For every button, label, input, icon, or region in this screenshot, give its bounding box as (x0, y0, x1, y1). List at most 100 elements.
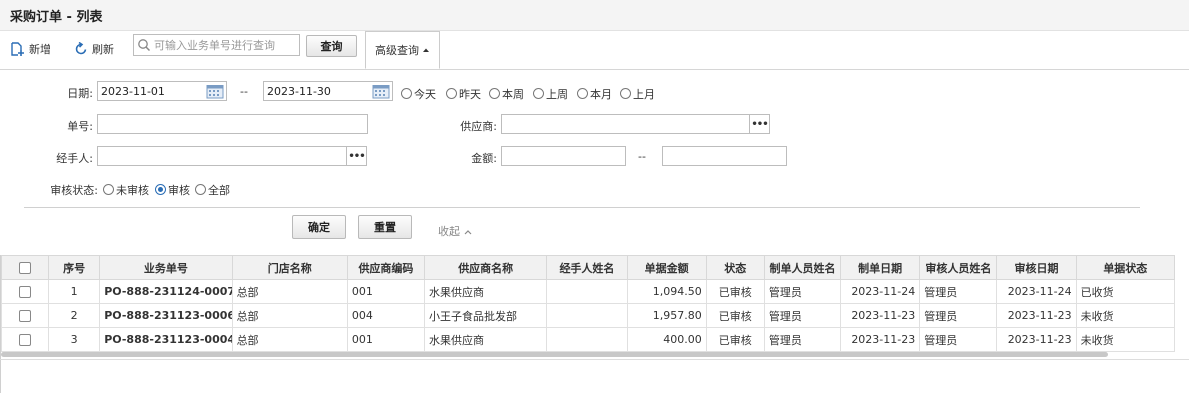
date-from-value: 2023-11-01 (101, 85, 165, 98)
date-quick-last-month[interactable]: 上月 (620, 86, 655, 102)
status: 已审核 (705, 327, 765, 352)
date-quick-label: 上周 (546, 88, 568, 101)
supplier-code: 004 (346, 303, 426, 328)
add-button[interactable]: 新增 (10, 40, 51, 58)
page-title: 采购订单 - 列表 (10, 10, 103, 25)
date-separator: -- (240, 85, 248, 98)
auditor-name: 管理员 (919, 327, 998, 352)
column-header[interactable]: 供应商名称 (424, 255, 548, 280)
confirm-button[interactable]: 确定 (292, 215, 346, 239)
date-quick-today[interactable]: 今天 (401, 86, 436, 102)
date-quick-label: 昨天 (459, 88, 481, 101)
advanced-search-tab[interactable]: 高级查询 (365, 31, 440, 69)
column-header[interactable]: 制单日期 (840, 255, 921, 280)
column-header[interactable]: 经手人姓名 (546, 255, 628, 280)
refresh-icon (75, 42, 87, 55)
select-all-checkbox[interactable] (0, 255, 50, 280)
date-from-field[interactable]: 2023-11-01 (97, 81, 227, 101)
supplier-name: 水果供应商 (424, 327, 548, 352)
order-number-link[interactable]: PO-888-231123-0006 (99, 303, 233, 328)
date-quick-last-week[interactable]: 上周 (533, 86, 568, 102)
chevron-up-icon (464, 230, 471, 235)
audit-date: 2023-11-23 (996, 327, 1077, 352)
column-header[interactable]: 单据金额 (626, 255, 707, 280)
supplier-label: 供应商: (460, 120, 497, 133)
supplier-field[interactable] (501, 114, 750, 134)
divider (24, 207, 1140, 208)
checkbox-icon (19, 286, 32, 298)
refresh-button[interactable]: 刷新 (74, 40, 114, 58)
document-status: 未收货 (1075, 303, 1176, 328)
date-quick-yesterday[interactable]: 昨天 (446, 86, 481, 102)
created-date: 2023-11-23 (840, 327, 921, 352)
table-row[interactable]: 1 PO-888-231124-0007 总部 001 水果供应商 1,094.… (0, 279, 1176, 304)
table-row[interactable]: 3 PO-888-231123-0004 总部 001 水果供应商 400.00… (0, 327, 1176, 352)
row-checkbox[interactable] (0, 303, 50, 328)
add-button-label: 新增 (29, 43, 51, 56)
advanced-search-label: 高级查询 (375, 44, 419, 57)
radio-icon (401, 88, 412, 99)
radio-icon (533, 88, 544, 99)
date-quick-label: 本周 (502, 88, 524, 101)
column-header[interactable]: 审核日期 (996, 255, 1077, 280)
table-row[interactable]: 2 PO-888-231123-0006 总部 004 小王子食品批发部 1,9… (0, 303, 1176, 328)
reset-button[interactable]: 重置 (358, 215, 412, 239)
date-to-value: 2023-11-30 (267, 85, 331, 98)
supplier-name: 水果供应商 (424, 279, 548, 304)
row-index: 1 (48, 279, 101, 304)
search-button[interactable]: 查询 (306, 35, 357, 57)
search-icon (138, 39, 151, 52)
row-checkbox[interactable] (0, 327, 50, 352)
collapse-toggle[interactable]: 收起 (438, 223, 472, 239)
audit-option-audited[interactable]: 审核 (155, 182, 190, 198)
toolbar: 新增 刷新 查询 高级查询 (0, 31, 1189, 70)
column-header[interactable]: 制单人员姓名 (763, 255, 842, 280)
search-input[interactable] (151, 38, 294, 52)
amount-from-field[interactable] (501, 146, 626, 166)
calendar-icon[interactable] (372, 84, 390, 99)
handler-picker-button[interactable]: ••• (346, 146, 367, 166)
order-no-label: 单号: (67, 120, 93, 133)
order-no-field[interactable] (97, 114, 368, 134)
creator-name: 管理员 (763, 279, 842, 304)
supplier-code: 001 (346, 327, 426, 352)
amount-separator: -- (638, 150, 646, 163)
calendar-icon[interactable] (206, 84, 224, 99)
audit-option-all[interactable]: 全部 (195, 182, 230, 198)
column-header[interactable]: 序号 (48, 255, 101, 280)
handler-field[interactable] (97, 146, 347, 166)
store-name: 总部 (231, 279, 348, 304)
handler-name (546, 327, 628, 352)
horizontal-scrollbar[interactable] (1, 352, 1108, 357)
order-number-link[interactable]: PO-888-231124-0007 (99, 279, 233, 304)
column-header[interactable]: 供应商编码 (346, 255, 426, 280)
column-header[interactable]: 单据状态 (1075, 255, 1176, 280)
created-date: 2023-11-23 (840, 303, 921, 328)
radio-icon (446, 88, 457, 99)
store-name: 总部 (231, 327, 348, 352)
document-status: 未收货 (1075, 327, 1176, 352)
column-header[interactable]: 业务单号 (99, 255, 233, 280)
date-quick-this-week[interactable]: 本周 (489, 86, 524, 102)
amount-to-field[interactable] (662, 146, 787, 166)
audit-option-unaudited[interactable]: 未审核 (103, 182, 149, 198)
column-header[interactable]: 审核人员姓名 (919, 255, 998, 280)
store-name: 总部 (231, 303, 348, 328)
row-index: 2 (48, 303, 101, 328)
date-to-field[interactable]: 2023-11-30 (263, 81, 393, 101)
row-checkbox[interactable] (0, 279, 50, 304)
refresh-button-label: 刷新 (92, 43, 114, 56)
supplier-picker-button[interactable]: ••• (749, 114, 770, 134)
title-bar: 采购订单 - 列表 (0, 0, 1189, 31)
table-header-row: 序号 业务单号 门店名称 供应商编码 供应商名称 经手人姓名 单据金额 状态 制… (0, 255, 1176, 280)
column-header[interactable]: 状态 (705, 255, 765, 280)
created-date: 2023-11-24 (840, 279, 921, 304)
column-header[interactable]: 门店名称 (231, 255, 348, 280)
handler-name (546, 303, 628, 328)
date-quick-this-month[interactable]: 本月 (577, 86, 612, 102)
collapse-label: 收起 (438, 225, 460, 238)
search-box (133, 34, 300, 56)
radio-icon (577, 88, 588, 99)
order-number-link[interactable]: PO-888-231123-0004 (99, 327, 233, 352)
add-document-icon (11, 41, 24, 56)
